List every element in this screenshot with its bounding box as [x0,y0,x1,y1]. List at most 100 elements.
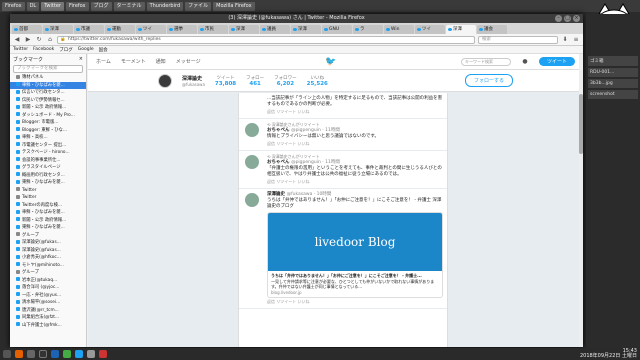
browser-tab[interactable]: 市民 [198,25,228,34]
bookmark-item[interactable]: グラスタイルページ [10,164,86,172]
bookmark-item[interactable]: 深澤論史(@fukas... [10,247,86,255]
bookmark-item[interactable]: 岩本正(@tukaq... [10,277,86,285]
maximize-button[interactable]: □ [564,15,571,22]
bookmark-item[interactable]: 唐沢議(@rr_tcm... [10,307,86,315]
desktop-task-8[interactable]: Mozilla Firefox [213,1,255,11]
desktop-task-3[interactable]: Firefox [65,1,89,11]
back-icon[interactable]: ◀ [13,36,21,44]
bookmark-item[interactable]: 車鮮・高校... [10,134,86,142]
bookmark-item[interactable]: 概画用の行政センタ... [10,172,86,180]
bookmark-item[interactable]: 東鮮・ひなぱみを雑... [10,224,86,232]
browser-tab[interactable]: 深澤 [291,25,321,34]
thunderbird-icon[interactable] [51,350,59,358]
bookmark-item[interactable]: 同業組合法(@fzt... [10,314,86,322]
bookmark-folder[interactable]: 簿材パネル [10,74,86,82]
bookmark-item[interactable]: 伝民いで伊勢情報セ... [10,97,86,105]
bookmark-toolbar-item[interactable]: 国会 [99,47,108,53]
bookmark-item[interactable]: 会談的事事業所仕... [10,157,86,165]
bookmark-item[interactable]: 伝言いで行政センタ... [10,89,86,97]
browser-tab[interactable]: GNU [322,25,352,34]
bookmark-item[interactable]: 市電議センター 提出... [10,142,86,150]
browser-tab[interactable]: 深澤 [446,25,476,34]
close-button[interactable]: × [573,15,580,22]
bookmark-toolbar-item[interactable]: Twitter [13,47,28,52]
bookmark-toolbar-item[interactable]: Google [78,47,94,52]
tweet-actions[interactable]: 返信 リツイート いいね [267,109,443,115]
twitter-search-input[interactable]: キーワード検索 [460,57,511,66]
download-icon[interactable]: ⬇ [561,36,569,44]
bookmark-item[interactable]: 新聞・公示 政府情報... [10,104,86,112]
tweet-author[interactable]: おちゃぺん [267,128,291,133]
avatar[interactable] [245,193,259,207]
tweet-actions[interactable]: 返信 リツイート いいね [267,299,443,305]
desktop-task-1[interactable]: DL [26,1,40,11]
desktop-file[interactable]: screenshot [588,90,638,99]
twitter-bird-icon[interactable]: 🐦 [325,57,336,67]
browser-tab[interactable]: ツイ [415,25,445,34]
bookmark-toolbar-item[interactable]: Facebook [33,47,54,52]
browser-tab[interactable]: Win [384,25,414,34]
nav-messages[interactable]: メッセージ [176,58,201,65]
browser-tab[interactable]: 選挙 [167,25,197,34]
browser-tab[interactable]: 深澤 [43,25,73,34]
tweet[interactable]: ...当該記事が「ライン上の人物」を特定するに足るもので、当該記事は公開の利益を… [239,93,447,119]
window-titlebar[interactable]: (3) 深澤論史 (@fukasawa) さん | Twitter - Mozi… [10,14,583,23]
profile-stat[interactable]: いいね 25,526 [307,75,328,87]
clock[interactable]: 15:43 2018年09月22日 土曜日 [580,349,637,359]
desktop-task-6[interactable]: Thunderbird [146,1,184,11]
page-scrollbar[interactable] [579,54,583,347]
search-input[interactable]: 検索 [478,35,558,44]
browser-tab[interactable]: 議員 [260,25,290,34]
desktop-task-5[interactable]: ターミナル [113,1,145,11]
bookmark-item[interactable]: 山下弁護士(@fmk... [10,322,86,330]
profile-avatar-icon[interactable]: ● [521,58,529,66]
files-icon[interactable] [27,350,35,358]
browser-tab[interactable]: 運動 [105,25,135,34]
desktop-task-4[interactable]: ブログ [90,1,112,11]
desktop-file[interactable]: 3b3b...jpg [588,79,638,88]
bookmark-search-input[interactable]: ブックマークを検索 [13,65,83,73]
bookmark-folder[interactable]: グループ [10,232,86,240]
tweet[interactable]: ⟲ 深澤論史さんがリツイート おちゃぺん @pigpenguin · 11時間 情報… [239,119,447,151]
bookmark-item[interactable]: モトヤ(@mihinoto... [10,262,86,270]
desktop-task-0[interactable]: Firefox [2,1,25,11]
bookmark-item[interactable]: テスクベージ - hirono... [10,149,86,157]
nav-moments[interactable]: モーメント [121,58,146,65]
profile-avatar[interactable] [158,73,172,88]
tweet-actions[interactable]: 返信 リツイート いいね [267,141,443,147]
settings-icon[interactable] [87,350,95,358]
media-icon[interactable] [99,350,107,358]
firefox-icon[interactable] [15,350,23,358]
desktop-file[interactable]: ゴミ箱 [588,56,638,66]
text-editor-icon[interactable] [63,350,71,358]
minimize-button[interactable]: – [555,15,562,22]
bookmark-item[interactable]: Twitterの再度な検... [10,202,86,210]
tweet-button[interactable]: ツイート [538,57,575,66]
bookmark-folder[interactable]: グループ [10,269,86,277]
desktop-task-7[interactable]: ファイル [185,1,212,11]
reload-icon[interactable]: ↻ [35,36,43,44]
bookmark-item[interactable]: 車鮮・ひなぱみを雑... [10,81,86,89]
profile-name[interactable]: 深澤論史 [182,75,205,82]
tweet-actions[interactable]: 返信 リツイート いいね [267,179,443,185]
profile-stat[interactable]: フォロワー 6,202 [274,75,297,87]
bookmark-item[interactable]: ダッシュボード - My Pro... [10,112,86,120]
tweet-author[interactable]: 深澤論史 [267,192,287,197]
avatar[interactable] [245,155,259,169]
profile-stat[interactable]: フォロー 461 [246,75,264,87]
browser-tab[interactable]: 首都 [12,25,42,34]
bookmark-toolbar-item[interactable]: ブログ [59,47,73,53]
nav-home[interactable]: ホーム [96,58,111,65]
tweet-author[interactable]: おちゃぺん [267,160,291,165]
bookmark-item[interactable]: Blogger: 市電版... [10,119,86,127]
link-card[interactable]: livedoor Blog うちは「弁仲ではありません！」「お仲にご注意を！」にこ… [267,212,443,298]
url-bar[interactable]: 🔒 https://twitter.com/fukasawa/with_repl… [57,35,475,44]
bookmark-item[interactable]: 一応・弁社(@yus... [10,292,86,300]
twitter-icon[interactable] [75,350,83,358]
browser-tab[interactable]: ラ [353,25,383,34]
forward-icon[interactable]: ▶ [24,36,32,44]
profile-stat[interactable]: ツイート 73,808 [215,75,236,87]
bookmark-item[interactable]: 新聞・公示 政府情報... [10,217,86,225]
browser-tab[interactable]: 深澤 [229,25,259,34]
desktop-file[interactable]: RDU-001... [588,68,638,77]
